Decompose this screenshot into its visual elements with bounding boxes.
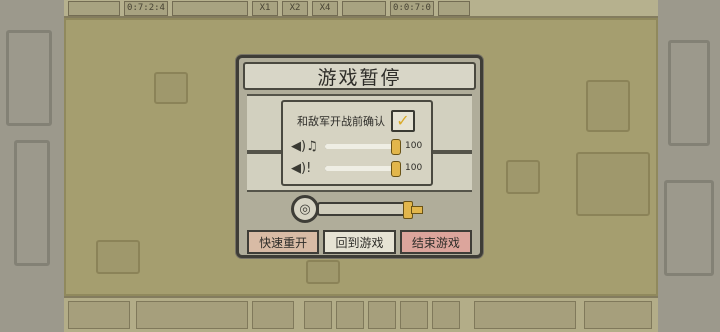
confirm-row: 和敌军开战前确认 ✓ [297,110,415,132]
music-volume-slider[interactable] [325,138,401,155]
scroll-tube [317,202,409,216]
scroll-control[interactable]: ◎ [291,193,431,225]
settings-panel: 和敌军开战前确认 ✓ ◀)♫ 100 ◀)! 100 [281,100,433,186]
sfx-volume-fill [325,165,395,171]
quick-restart-button[interactable]: 快速重开 [247,230,320,254]
music-volume-value: 100 [405,141,423,151]
music-volume-knob[interactable] [391,138,401,155]
sfx-volume-knob[interactable] [391,160,401,177]
sfx-volume-value: 100 [405,163,423,173]
dialog-buttons: 快速重开 回到游戏 结束游戏 [247,230,472,256]
scroll-wheel-icon[interactable]: ◎ [291,195,319,223]
music-note-icon: ◀)♫ [291,138,318,154]
speaker-alert-icon: ◀)! [291,160,312,176]
sfx-volume-slider[interactable] [325,160,401,177]
pause-dialog: 游戏暂停 和敌军开战前确认 ✓ ◀)♫ 100 ◀)! 100 ◎ 快速重开 回… [236,55,483,258]
music-volume-row: ◀)♫ 100 [291,138,423,155]
music-volume-fill [325,143,395,149]
scroll-pin [411,206,423,214]
dialog-title-bar: 游戏暂停 [243,62,476,90]
sfx-volume-row: ◀)! 100 [291,160,423,177]
check-icon: ✓ [396,111,410,130]
resume-game-button[interactable]: 回到游戏 [323,230,396,254]
confirm-label: 和敌军开战前确认 [297,115,385,128]
confirm-checkbox[interactable]: ✓ [391,110,415,132]
end-game-button[interactable]: 结束游戏 [399,230,472,254]
dialog-title: 游戏暂停 [317,66,402,89]
